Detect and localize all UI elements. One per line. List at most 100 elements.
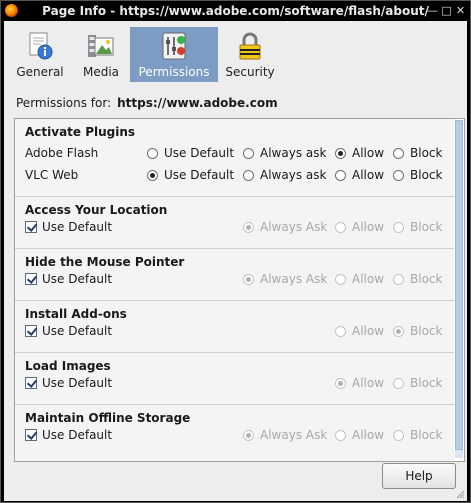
section-offline-storage: Maintain Offline Storage Use Default Alw… xyxy=(15,405,454,461)
section-title: Hide the Mouse Pointer xyxy=(25,255,185,269)
permissions-icon xyxy=(162,32,186,60)
radio-vlc-allow[interactable]: Allow xyxy=(335,168,384,184)
radio-location-always-ask[interactable]: Always Ask xyxy=(243,220,327,236)
checkbox-checked-icon xyxy=(25,273,37,285)
option-label: Allow xyxy=(352,428,385,442)
radio-pointer-block[interactable]: Block xyxy=(393,272,442,288)
radio-flash-always-ask[interactable]: Always ask xyxy=(243,146,326,162)
radio-storage-always-ask[interactable]: Always Ask xyxy=(243,428,327,444)
radio-images-allow[interactable]: Allow xyxy=(335,376,384,392)
pointer-use-default-checkbox[interactable]: Use Default xyxy=(25,272,112,288)
radio-selected-icon xyxy=(243,274,254,285)
section-hide-mouse-pointer: Hide the Mouse Pointer Use Default Alway… xyxy=(15,249,454,301)
radio-flash-allow[interactable]: Allow xyxy=(335,146,384,162)
radio-selected-icon xyxy=(243,222,254,233)
vertical-scrollbar[interactable] xyxy=(455,120,463,458)
dialog-body: General Media Permissions Security Permi… xyxy=(4,21,467,501)
radio-pointer-always-ask[interactable]: Always Ask xyxy=(243,272,327,288)
checkbox-label: Use Default xyxy=(42,376,113,390)
tab-label: Security xyxy=(225,65,275,79)
images-use-default-checkbox[interactable]: Use Default xyxy=(25,376,112,392)
option-label: Always ask xyxy=(260,168,327,182)
radio-icon xyxy=(243,170,254,181)
checkbox-label: Use Default xyxy=(42,272,113,286)
tab-permissions[interactable]: Permissions xyxy=(130,27,218,82)
radio-vlc-block[interactable]: Block xyxy=(393,168,442,184)
radio-icon xyxy=(393,430,404,441)
help-button[interactable]: Help xyxy=(382,463,456,489)
storage-use-default-checkbox[interactable]: Use Default xyxy=(25,428,112,444)
radio-addons-block[interactable]: Block xyxy=(393,324,442,340)
radio-flash-use-default[interactable]: Use Default xyxy=(147,146,234,162)
option-label: Allow xyxy=(352,168,385,182)
radio-location-block[interactable]: Block xyxy=(393,220,442,236)
checkbox-checked-icon xyxy=(25,429,37,441)
option-label: Block xyxy=(410,428,443,442)
section-access-location: Access Your Location Use Default Always … xyxy=(15,197,454,249)
location-use-default-checkbox[interactable]: Use Default xyxy=(25,220,112,236)
radio-icon xyxy=(335,222,346,233)
radio-vlc-use-default[interactable]: Use Default xyxy=(147,168,234,184)
page-info-window: Page Info - https://www.adobe.com/softwa… xyxy=(0,0,471,503)
radio-selected-icon xyxy=(335,148,346,159)
option-label: Allow xyxy=(352,146,385,160)
section-title: Access Your Location xyxy=(25,203,168,217)
scrollbar-thumb[interactable] xyxy=(455,120,463,450)
radio-icon xyxy=(335,430,346,441)
option-label: Use Default xyxy=(164,146,235,160)
section-activate-plugins: Activate Plugins Adobe Flash Use Default… xyxy=(15,119,454,197)
checkbox-checked-icon xyxy=(25,377,37,389)
radio-storage-allow[interactable]: Allow xyxy=(335,428,384,444)
media-icon xyxy=(88,35,114,57)
radio-selected-icon xyxy=(335,378,346,389)
radio-selected-icon xyxy=(147,170,158,181)
title-bar[interactable]: Page Info - https://www.adobe.com/softwa… xyxy=(1,1,470,21)
option-label: Block xyxy=(410,168,443,182)
minimize-icon[interactable]: — xyxy=(427,5,438,16)
tab-bar: General Media Permissions Security xyxy=(9,27,459,82)
option-label: Block xyxy=(410,146,443,160)
maximize-icon[interactable]: □ xyxy=(441,5,452,16)
plugin-label-adobe-flash: Adobe Flash xyxy=(25,146,99,160)
option-label: Allow xyxy=(352,272,385,286)
checkbox-label: Use Default xyxy=(42,428,113,442)
radio-selected-icon xyxy=(243,430,254,441)
tab-label: Permissions xyxy=(138,65,210,79)
radio-icon xyxy=(393,222,404,233)
close-icon[interactable]: ✕ xyxy=(455,5,466,16)
section-title: Load Images xyxy=(25,359,111,373)
radio-images-block[interactable]: Block xyxy=(393,376,442,392)
general-page-icon xyxy=(29,32,53,60)
tab-general[interactable]: General xyxy=(9,27,71,82)
radio-icon xyxy=(243,148,254,159)
addons-use-default-checkbox[interactable]: Use Default xyxy=(25,324,112,340)
window-title: Page Info - https://www.adobe.com/softwa… xyxy=(42,4,429,18)
checkbox-checked-icon xyxy=(25,221,37,233)
option-label: Use Default xyxy=(164,168,235,182)
option-label: Block xyxy=(410,376,443,390)
radio-icon xyxy=(393,148,404,159)
radio-icon xyxy=(335,274,346,285)
radio-icon xyxy=(335,326,346,337)
section-title: Maintain Offline Storage xyxy=(25,411,191,425)
radio-pointer-allow[interactable]: Allow xyxy=(335,272,384,288)
radio-location-allow[interactable]: Allow xyxy=(335,220,384,236)
tab-security[interactable]: Security xyxy=(220,27,280,82)
radio-storage-block[interactable]: Block xyxy=(393,428,442,444)
permissions-list[interactable]: Activate Plugins Adobe Flash Use Default… xyxy=(14,118,465,462)
radio-addons-allow[interactable]: Allow xyxy=(335,324,384,340)
tab-label: Media xyxy=(82,65,120,79)
radio-icon xyxy=(335,170,346,181)
radio-vlc-always-ask[interactable]: Always ask xyxy=(243,168,326,184)
permissions-for-label: Permissions for: xyxy=(16,96,112,110)
option-label: Always Ask xyxy=(260,272,328,286)
resize-grip-icon[interactable] xyxy=(455,489,465,499)
checkbox-checked-icon xyxy=(25,325,37,337)
radio-flash-block[interactable]: Block xyxy=(393,146,442,162)
tab-label: General xyxy=(16,65,64,79)
option-label: Always Ask xyxy=(260,220,328,234)
checkbox-label: Use Default xyxy=(42,324,113,338)
option-label: Allow xyxy=(352,324,385,338)
tab-media[interactable]: Media xyxy=(73,27,129,82)
section-load-images: Load Images Use Default Allow Block xyxy=(15,353,454,405)
